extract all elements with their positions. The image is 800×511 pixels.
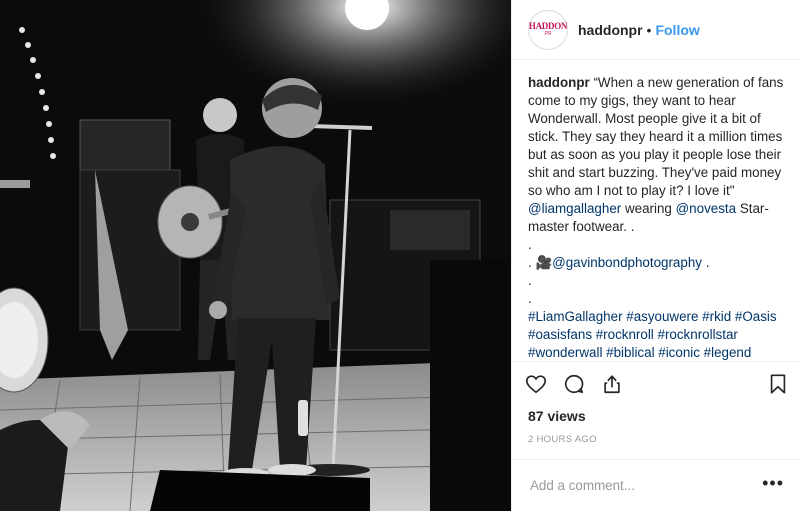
caption: haddonpr “When a new generation of fans … [528,74,784,361]
caption-area: haddonpr “When a new generation of fans … [512,60,800,361]
heart-icon[interactable] [524,372,548,396]
mention-liamgallagher[interactable]: @liamgallagher [528,201,621,216]
post-photo[interactable] [0,0,511,511]
concert-photo [0,0,511,511]
follow-button[interactable]: Follow [655,22,699,38]
timestamp[interactable]: 2 HOURS AGO [512,434,800,445]
post-header: HADDON PR haddonpr • Follow [512,0,800,60]
caption-text-2: wearing [621,201,676,216]
caption-text: “When a new generation of fans come to m… [528,75,788,198]
comment-input[interactable] [528,477,763,494]
instagram-post: HADDON PR haddonpr • Follow haddonpr “Wh… [0,0,800,511]
mention-novesta[interactable]: @novesta [676,201,737,216]
hashtags[interactable]: #LiamGallagher #asyouwere #rkid #Oasis #… [528,309,780,361]
bookmark-icon[interactable] [766,372,790,396]
avatar[interactable]: HADDON PR [528,9,568,50]
comment-icon[interactable] [562,372,586,396]
share-icon[interactable] [600,372,624,396]
comment-box: ••• [512,459,800,511]
post-sidebar: HADDON PR haddonpr • Follow haddonpr “Wh… [511,0,800,511]
mention-gavinbondphotography[interactable]: @gavinbondphotography [552,255,702,270]
username-link[interactable]: haddonpr [578,22,643,38]
more-options-icon[interactable]: ••• [762,474,784,498]
logo-subtext: PR [544,31,552,37]
caption-username[interactable]: haddonpr [528,75,590,90]
separator-dot: • [646,21,652,38]
logo-text: HADDON [528,21,568,31]
action-bar [512,362,800,406]
view-count[interactable]: 87 views [512,408,800,424]
haddon-logo: HADDON PR [528,21,568,37]
